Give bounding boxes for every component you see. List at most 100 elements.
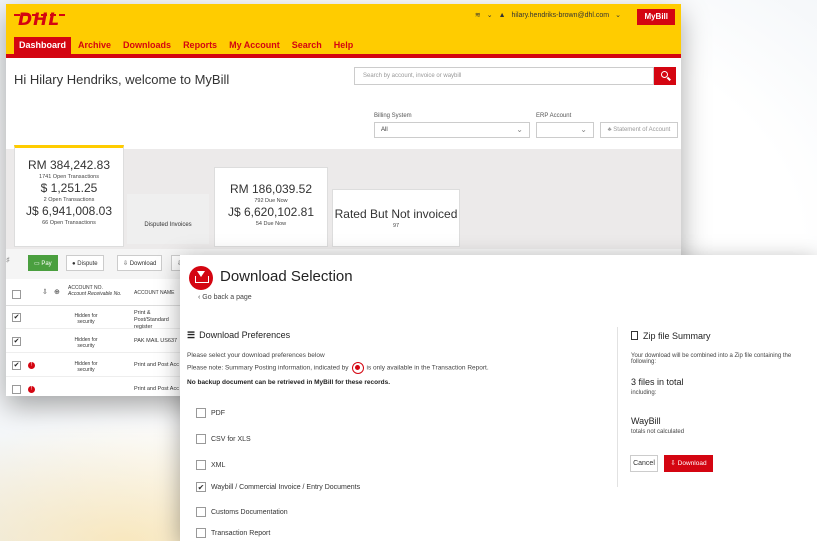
pay-label: Pay [41, 261, 52, 267]
user-icon: ▲ [498, 11, 506, 19]
option-label: CSV for XLS [211, 435, 251, 443]
checkbox[interactable]: ✔ [196, 482, 206, 492]
disputed-label: Disputed Invoices [144, 222, 192, 228]
dispute-label: Dispute [77, 261, 98, 267]
card1-sub3: 66 Open Transactions [42, 220, 96, 226]
card2-amount1: RM 186,039.52 [229, 182, 313, 196]
checkbox[interactable] [196, 408, 206, 418]
user-email[interactable]: hilary.hendriks-brown@dhl.com [512, 12, 610, 19]
dhl-header: DHL ≋ ⌄ ▲ hilary.hendriks-brown@dhl.com … [6, 4, 681, 54]
search-button[interactable] [654, 67, 676, 85]
billing-system-value: All [381, 127, 388, 133]
option-csv[interactable]: CSV for XLS [196, 434, 251, 444]
option-pdf[interactable]: PDF [196, 408, 225, 418]
hidden-account: Hidden for security [74, 337, 98, 349]
card1-sub2: 2 Open Transactions [43, 197, 95, 203]
hidden-account: Hidden for security [74, 313, 98, 325]
welcome-title: Hi Hilary Hendriks, welcome to MyBill [14, 72, 230, 87]
download-selection-window: Download Selection ‹ Go back a page ☰ Dow… [180, 255, 817, 541]
open-transactions-card[interactable]: RM 384,242.83 1741 Open Transactions $ 1… [14, 145, 124, 247]
account-receivable-label: Account Receivable No. [68, 291, 122, 297]
option-label: PDF [211, 409, 225, 417]
account-name: Print & Post/Standard register [134, 310, 169, 330]
alert-icon[interactable]: ! [28, 362, 35, 369]
option-transaction-report[interactable]: Transaction Report [196, 528, 270, 538]
erp-account-select[interactable]: ⌄ [536, 122, 594, 138]
filter-icon[interactable]: ♯ [6, 257, 10, 264]
signal-icon[interactable]: ≋ [475, 11, 481, 19]
alert-icon[interactable]: ! [28, 386, 35, 393]
download-icon[interactable]: ⇩ [42, 288, 48, 296]
cancel-button[interactable]: Cancel [630, 455, 658, 472]
nav-help[interactable]: Help [329, 37, 359, 54]
nav-search[interactable]: Search [287, 37, 327, 54]
totals-note: totals not calculated [631, 429, 685, 435]
row-checkbox[interactable] [12, 385, 21, 394]
billing-system-label: Billing System [374, 113, 412, 119]
option-xml[interactable]: XML [196, 460, 225, 470]
prefs-note: Please select your download preferences … [187, 352, 325, 359]
checkbox[interactable] [196, 528, 206, 538]
chevron-down-icon[interactable]: ⌄ [615, 11, 621, 19]
download-label: Download [129, 261, 157, 267]
account-name: Print and Post Acc [134, 386, 179, 392]
note-part1: Please note: Summary Posting information… [187, 364, 349, 372]
card1-amount1: RM 384,242.83 [27, 158, 111, 172]
select-all-checkbox[interactable] [12, 290, 21, 299]
go-back-link[interactable]: ‹ Go back a page [198, 294, 252, 301]
row-checkbox[interactable]: ✔ [12, 337, 21, 346]
header-user-area: ≋ ⌄ ▲ hilary.hendriks-brown@dhl.com ⌄ [475, 11, 621, 20]
page-title: Download Selection [220, 268, 353, 285]
card1-amount3: J$ 6,941,008.03 [25, 204, 113, 218]
statement-label: Statement of Account [613, 127, 671, 133]
account-name-header[interactable]: ACCOUNT NAME [134, 290, 174, 296]
backup-warning: No backup document can be retrieved in M… [187, 379, 390, 386]
list-icon: ☰ [187, 330, 196, 340]
row-checkbox[interactable]: ✔ [12, 313, 21, 322]
hidden-account: Hidden for security [74, 361, 98, 373]
chevron-down-icon: ⌄ [516, 125, 523, 134]
nav-dashboard[interactable]: Dashboard [14, 37, 72, 54]
nav-my-account[interactable]: My Account [224, 37, 285, 54]
summary-posting-note: Please note: Summary Posting information… [187, 362, 489, 374]
mybill-button[interactable]: MyBill [637, 9, 675, 25]
nav-archive[interactable]: Archive [73, 37, 116, 54]
due-now-card[interactable]: RM 186,039.52 792 Due Now J$ 6,620,102.8… [214, 167, 328, 247]
checkbox[interactable] [196, 434, 206, 444]
statement-of-account-button[interactable]: ♣ Statement of Account [600, 122, 678, 138]
option-customs[interactable]: Customs Documentation [196, 507, 288, 517]
download-toolbar-button[interactable]: ⇩ Download [117, 255, 163, 271]
card2-amount2: J$ 6,620,102.81 [227, 205, 315, 219]
prefs-title-label: Download Preferences [199, 330, 291, 340]
card1-sub1: 1741 Open Transactions [39, 174, 99, 180]
panel-divider [617, 327, 618, 487]
account-no-header[interactable]: ACCOUNT NO. Account Receivable No. [68, 285, 121, 297]
download-button-label: Download [677, 460, 707, 467]
card2-sub2: 54 Due Now [255, 221, 287, 227]
checkbox[interactable] [196, 507, 206, 517]
search-input[interactable]: Search by account, invoice or waybill [354, 67, 654, 85]
option-waybill-documents[interactable]: ✔ Waybill / Commercial Invoice / Entry D… [196, 482, 360, 492]
billing-system-select[interactable]: All ⌄ [374, 122, 530, 138]
rated-not-invoiced-card[interactable]: Rated But Not invoiced 97 [332, 189, 460, 247]
nav-downloads[interactable]: Downloads [118, 37, 176, 54]
waybill-label: WayBill [631, 416, 661, 426]
chevron-down-icon[interactable]: ⌄ [487, 11, 493, 19]
checkbox[interactable] [196, 460, 206, 470]
nav-reports[interactable]: Reports [178, 37, 222, 54]
dhl-logo[interactable]: DHL [13, 10, 67, 30]
chevron-down-icon: ⌄ [580, 125, 587, 134]
dispute-button[interactable]: ● Dispute [66, 255, 104, 271]
card1-amount2: $ 1,251.25 [40, 181, 98, 195]
card3-title: Rated But Not invoiced [334, 207, 458, 221]
row-checkbox[interactable]: ✔ [12, 361, 21, 370]
including-label: including: [631, 390, 657, 396]
info-icon[interactable]: ⊕ [54, 288, 60, 296]
pay-button[interactable]: ▭ Pay [28, 255, 58, 271]
files-total: 3 files in total [631, 377, 684, 387]
go-back-label: Go back a page [202, 294, 252, 301]
download-button[interactable]: ⇩ Download [664, 455, 713, 472]
account-name: Print and Post Acc [134, 362, 179, 368]
tab-disputed-invoices[interactable]: Disputed Invoices [127, 194, 209, 244]
zip-summary-title: Zip file Summary [631, 331, 711, 341]
